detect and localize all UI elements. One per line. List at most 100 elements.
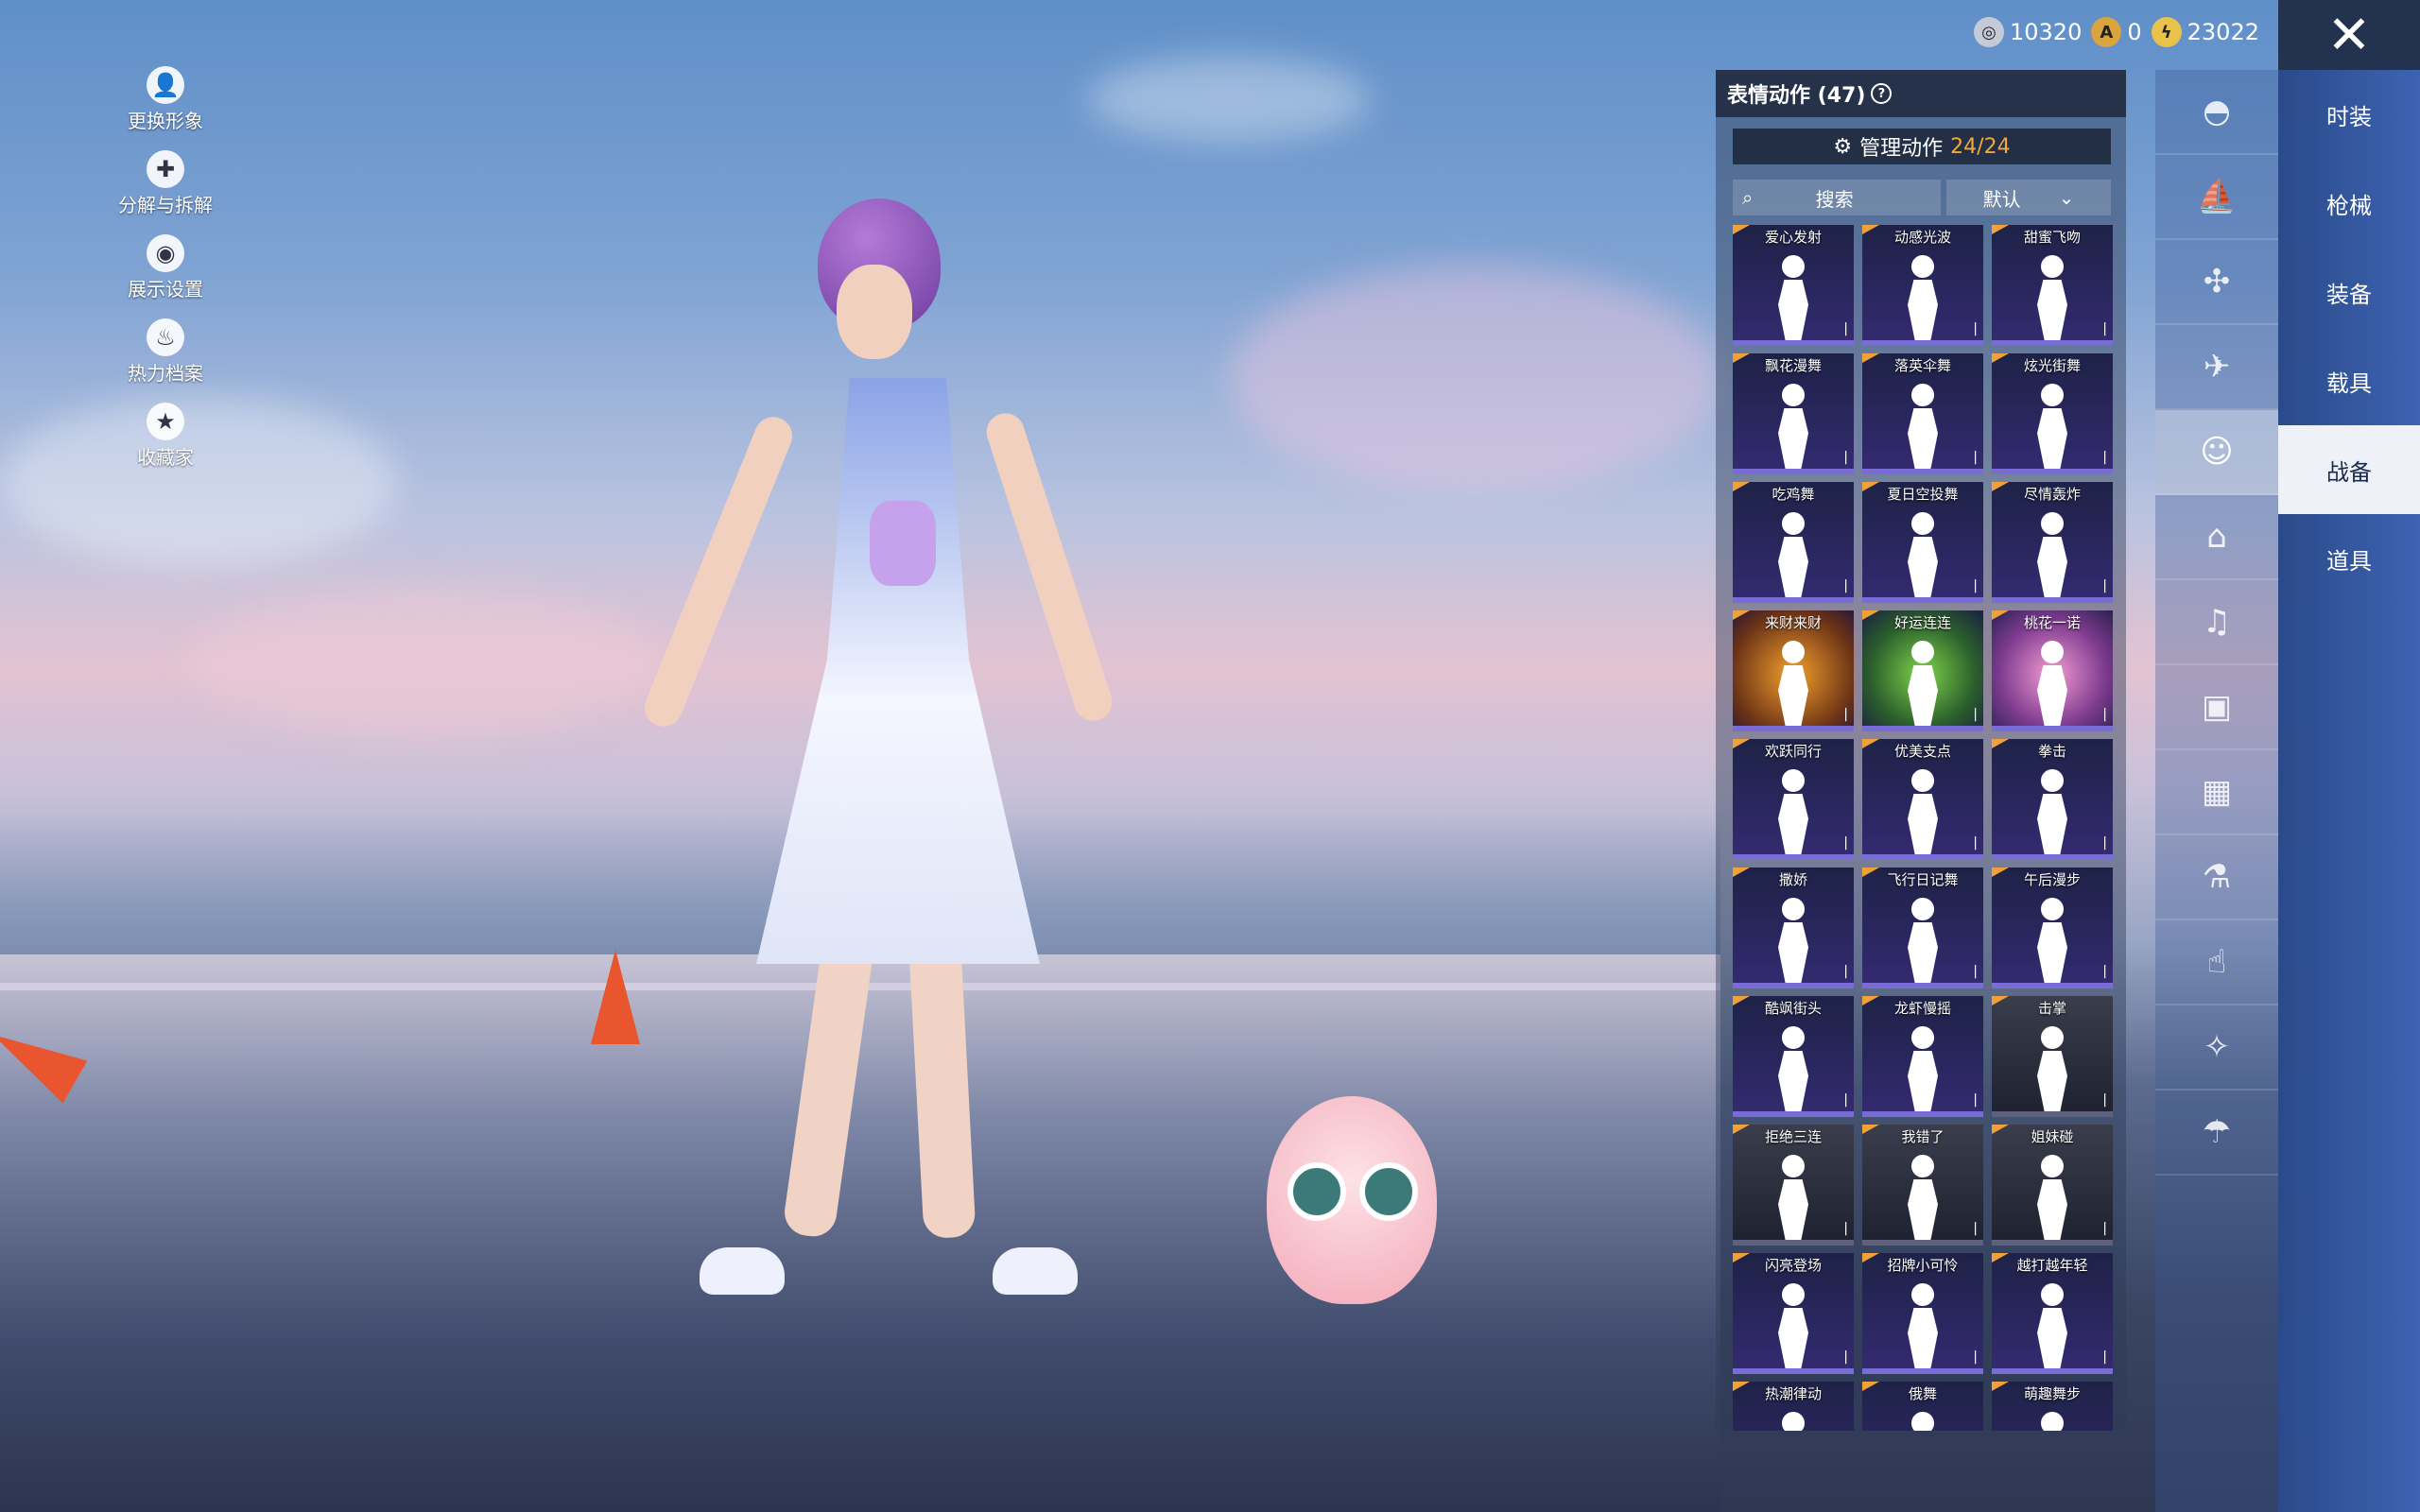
icon-tab[interactable]: ◓ bbox=[2155, 70, 2278, 155]
emote-tile[interactable]: 炫光街舞 | bbox=[1992, 353, 2113, 474]
category-tab[interactable]: 载具 bbox=[2278, 336, 2420, 425]
emote-name: 热潮律动 bbox=[1764, 1385, 1822, 1402]
emote-tile[interactable]: 落英伞舞 | bbox=[1862, 353, 1983, 474]
category-tab[interactable]: 枪械 bbox=[2278, 159, 2420, 248]
figure-body bbox=[1908, 1308, 1938, 1368]
emote-tile[interactable]: 击掌 | bbox=[1992, 996, 2113, 1117]
emote-tile[interactable]: 午后漫步 | bbox=[1992, 868, 2113, 988]
emote-tile[interactable]: 萌趣舞步 | bbox=[1992, 1382, 2113, 1431]
icon-tab[interactable]: ✈ bbox=[2155, 325, 2278, 410]
emote-tile[interactable]: 动感光波 | bbox=[1862, 225, 1983, 346]
left-menu-item[interactable]: ★ 收藏家 bbox=[104, 403, 227, 470]
figure-body bbox=[1778, 408, 1808, 469]
emote-tile[interactable]: 酷飒街头 | bbox=[1733, 996, 1854, 1117]
figure-head bbox=[2041, 898, 2064, 920]
category-tab[interactable]: 道具 bbox=[2278, 514, 2420, 603]
emote-tile[interactable]: 优美支点 | bbox=[1862, 739, 1983, 860]
category-tab[interactable]: 装备 bbox=[2278, 248, 2420, 336]
category-tab[interactable]: 时装 bbox=[2278, 70, 2420, 159]
figure-body bbox=[1908, 794, 1938, 854]
emote-tile[interactable]: 甜蜜飞吻 | bbox=[1992, 225, 2113, 346]
equip-marker: | bbox=[1973, 1221, 1978, 1236]
player-character[interactable] bbox=[638, 198, 1125, 1314]
emote-name: 落英伞舞 bbox=[1893, 357, 1951, 374]
emote-tile[interactable]: 桃花一诺 | bbox=[1992, 610, 2113, 731]
figure-body bbox=[1908, 665, 1938, 726]
figure-head bbox=[2041, 769, 2064, 792]
emote-name: 拳击 bbox=[2037, 743, 2066, 760]
figure-head bbox=[2041, 1026, 2064, 1049]
emote-tile[interactable]: 我错了 | bbox=[1862, 1125, 1983, 1246]
search-icon: ⌕ bbox=[1742, 186, 1754, 209]
emote-tile[interactable]: 欢跃同行 | bbox=[1733, 739, 1854, 860]
figure-head bbox=[1911, 1026, 1934, 1049]
left-menu-item[interactable]: ◉ 展示设置 bbox=[104, 234, 227, 301]
equip-marker: | bbox=[1843, 835, 1848, 850]
panel-title: 表情动作 (47) ? bbox=[1716, 70, 2126, 117]
close-button[interactable]: ✕ bbox=[2278, 0, 2420, 70]
emote-tile[interactable]: 撒娇 | bbox=[1733, 868, 1854, 988]
figure-head bbox=[1782, 384, 1805, 406]
emote-tile[interactable]: 越打越年轻 | bbox=[1992, 1253, 2113, 1374]
icon-tab[interactable]: ⛵ bbox=[2155, 155, 2278, 240]
left-menu-item[interactable]: ♨ 热力档案 bbox=[104, 318, 227, 386]
icon-tab[interactable]: ☝ bbox=[2155, 920, 2278, 1005]
emote-tile[interactable]: 姐妹碰 | bbox=[1992, 1125, 2113, 1246]
boat-icon: ⛵ bbox=[2196, 178, 2238, 215]
emote-tile[interactable]: 招牌小可怜 | bbox=[1862, 1253, 1983, 1374]
lightning-coin-icon: ϟ bbox=[2151, 17, 2182, 47]
emote-figure-icon bbox=[2028, 1412, 2077, 1431]
emote-tile[interactable]: 拳击 | bbox=[1992, 739, 2113, 860]
emote-tile[interactable]: 吃鸡舞 | bbox=[1733, 482, 1854, 603]
emote-tile[interactable]: 来财来财 | bbox=[1733, 610, 1854, 731]
equip-marker: | bbox=[1843, 1221, 1848, 1236]
figure-body bbox=[1778, 280, 1808, 340]
emote-tile[interactable]: 飞行日记舞 | bbox=[1862, 868, 1983, 988]
character-arm bbox=[981, 408, 1117, 726]
emote-name: 吃鸡舞 bbox=[1772, 486, 1815, 503]
icon-tab[interactable]: ▣ bbox=[2155, 665, 2278, 750]
emote-figure-icon bbox=[1769, 769, 1818, 854]
emote-tile[interactable]: 闪亮登场 | bbox=[1733, 1253, 1854, 1374]
emote-tile[interactable]: 龙虾慢摇 | bbox=[1862, 996, 1983, 1117]
icon-tab[interactable]: ☂ bbox=[2155, 1091, 2278, 1176]
emote-tile[interactable]: 飘花漫舞 | bbox=[1733, 353, 1854, 474]
emote-tile[interactable]: 拒绝三连 | bbox=[1733, 1125, 1854, 1246]
pet-eye bbox=[1288, 1162, 1346, 1221]
icon-tab[interactable]: ⌂ bbox=[2155, 495, 2278, 580]
icon-tab[interactable]: ✧ bbox=[2155, 1005, 2278, 1091]
manage-emotes-button[interactable]: ⚙ 管理动作 24/24 bbox=[1733, 129, 2111, 164]
figure-head bbox=[1911, 512, 1934, 535]
emote-tile[interactable]: 好运连连 | bbox=[1862, 610, 1983, 731]
icon-tab[interactable]: ✣ bbox=[2155, 240, 2278, 325]
person-icon: 👤 bbox=[147, 66, 184, 104]
pet-companion[interactable] bbox=[1267, 1058, 1437, 1323]
left-menu-item[interactable]: ✚ 分解与拆解 bbox=[104, 150, 227, 217]
icon-tab[interactable]: ☺ bbox=[2155, 410, 2278, 495]
chevron-down-icon: ⌄ bbox=[2058, 186, 2075, 209]
category-tab[interactable]: 战备 bbox=[2278, 425, 2420, 514]
emote-tile[interactable]: 热潮律动 | bbox=[1733, 1382, 1854, 1431]
emote-figure-icon bbox=[1898, 1155, 1947, 1240]
emote-tile[interactable]: 尽情轰炸 | bbox=[1992, 482, 2113, 603]
help-icon[interactable]: ? bbox=[1871, 83, 1893, 104]
equip-marker: | bbox=[1973, 321, 1978, 336]
silver-coin-icon: ◎ bbox=[1974, 17, 2004, 47]
icon-tab[interactable]: ▦ bbox=[2155, 750, 2278, 835]
emote-figure-icon bbox=[1898, 1412, 1947, 1431]
sort-dropdown[interactable]: 默认 ⌄ bbox=[1946, 180, 2111, 215]
left-menu-item[interactable]: 👤 更换形象 bbox=[104, 66, 227, 133]
speaker-icon: ♫ bbox=[2202, 603, 2232, 641]
icon-tab[interactable]: ♫ bbox=[2155, 580, 2278, 665]
emote-panel: 表情动作 (47) ? ⚙ 管理动作 24/24 ⌕ 搜索 默认 ⌄ 爱心发射 bbox=[1716, 70, 2126, 1431]
icon-tab[interactable]: ⚗ bbox=[2155, 835, 2278, 920]
search-input[interactable]: ⌕ 搜索 bbox=[1733, 180, 1941, 215]
emote-tile[interactable]: 俄舞 | bbox=[1862, 1382, 1983, 1431]
emote-name: 优美支点 bbox=[1893, 743, 1951, 760]
emote-name: 动感光波 bbox=[1893, 229, 1951, 246]
emote-tile[interactable]: 夏日空投舞 | bbox=[1862, 482, 1983, 603]
close-icon: ✕ bbox=[2326, 4, 2372, 66]
emote-figure-icon bbox=[1898, 1026, 1947, 1111]
emote-tile[interactable]: 爱心发射 | bbox=[1733, 225, 1854, 346]
figure-body bbox=[2037, 280, 2067, 340]
